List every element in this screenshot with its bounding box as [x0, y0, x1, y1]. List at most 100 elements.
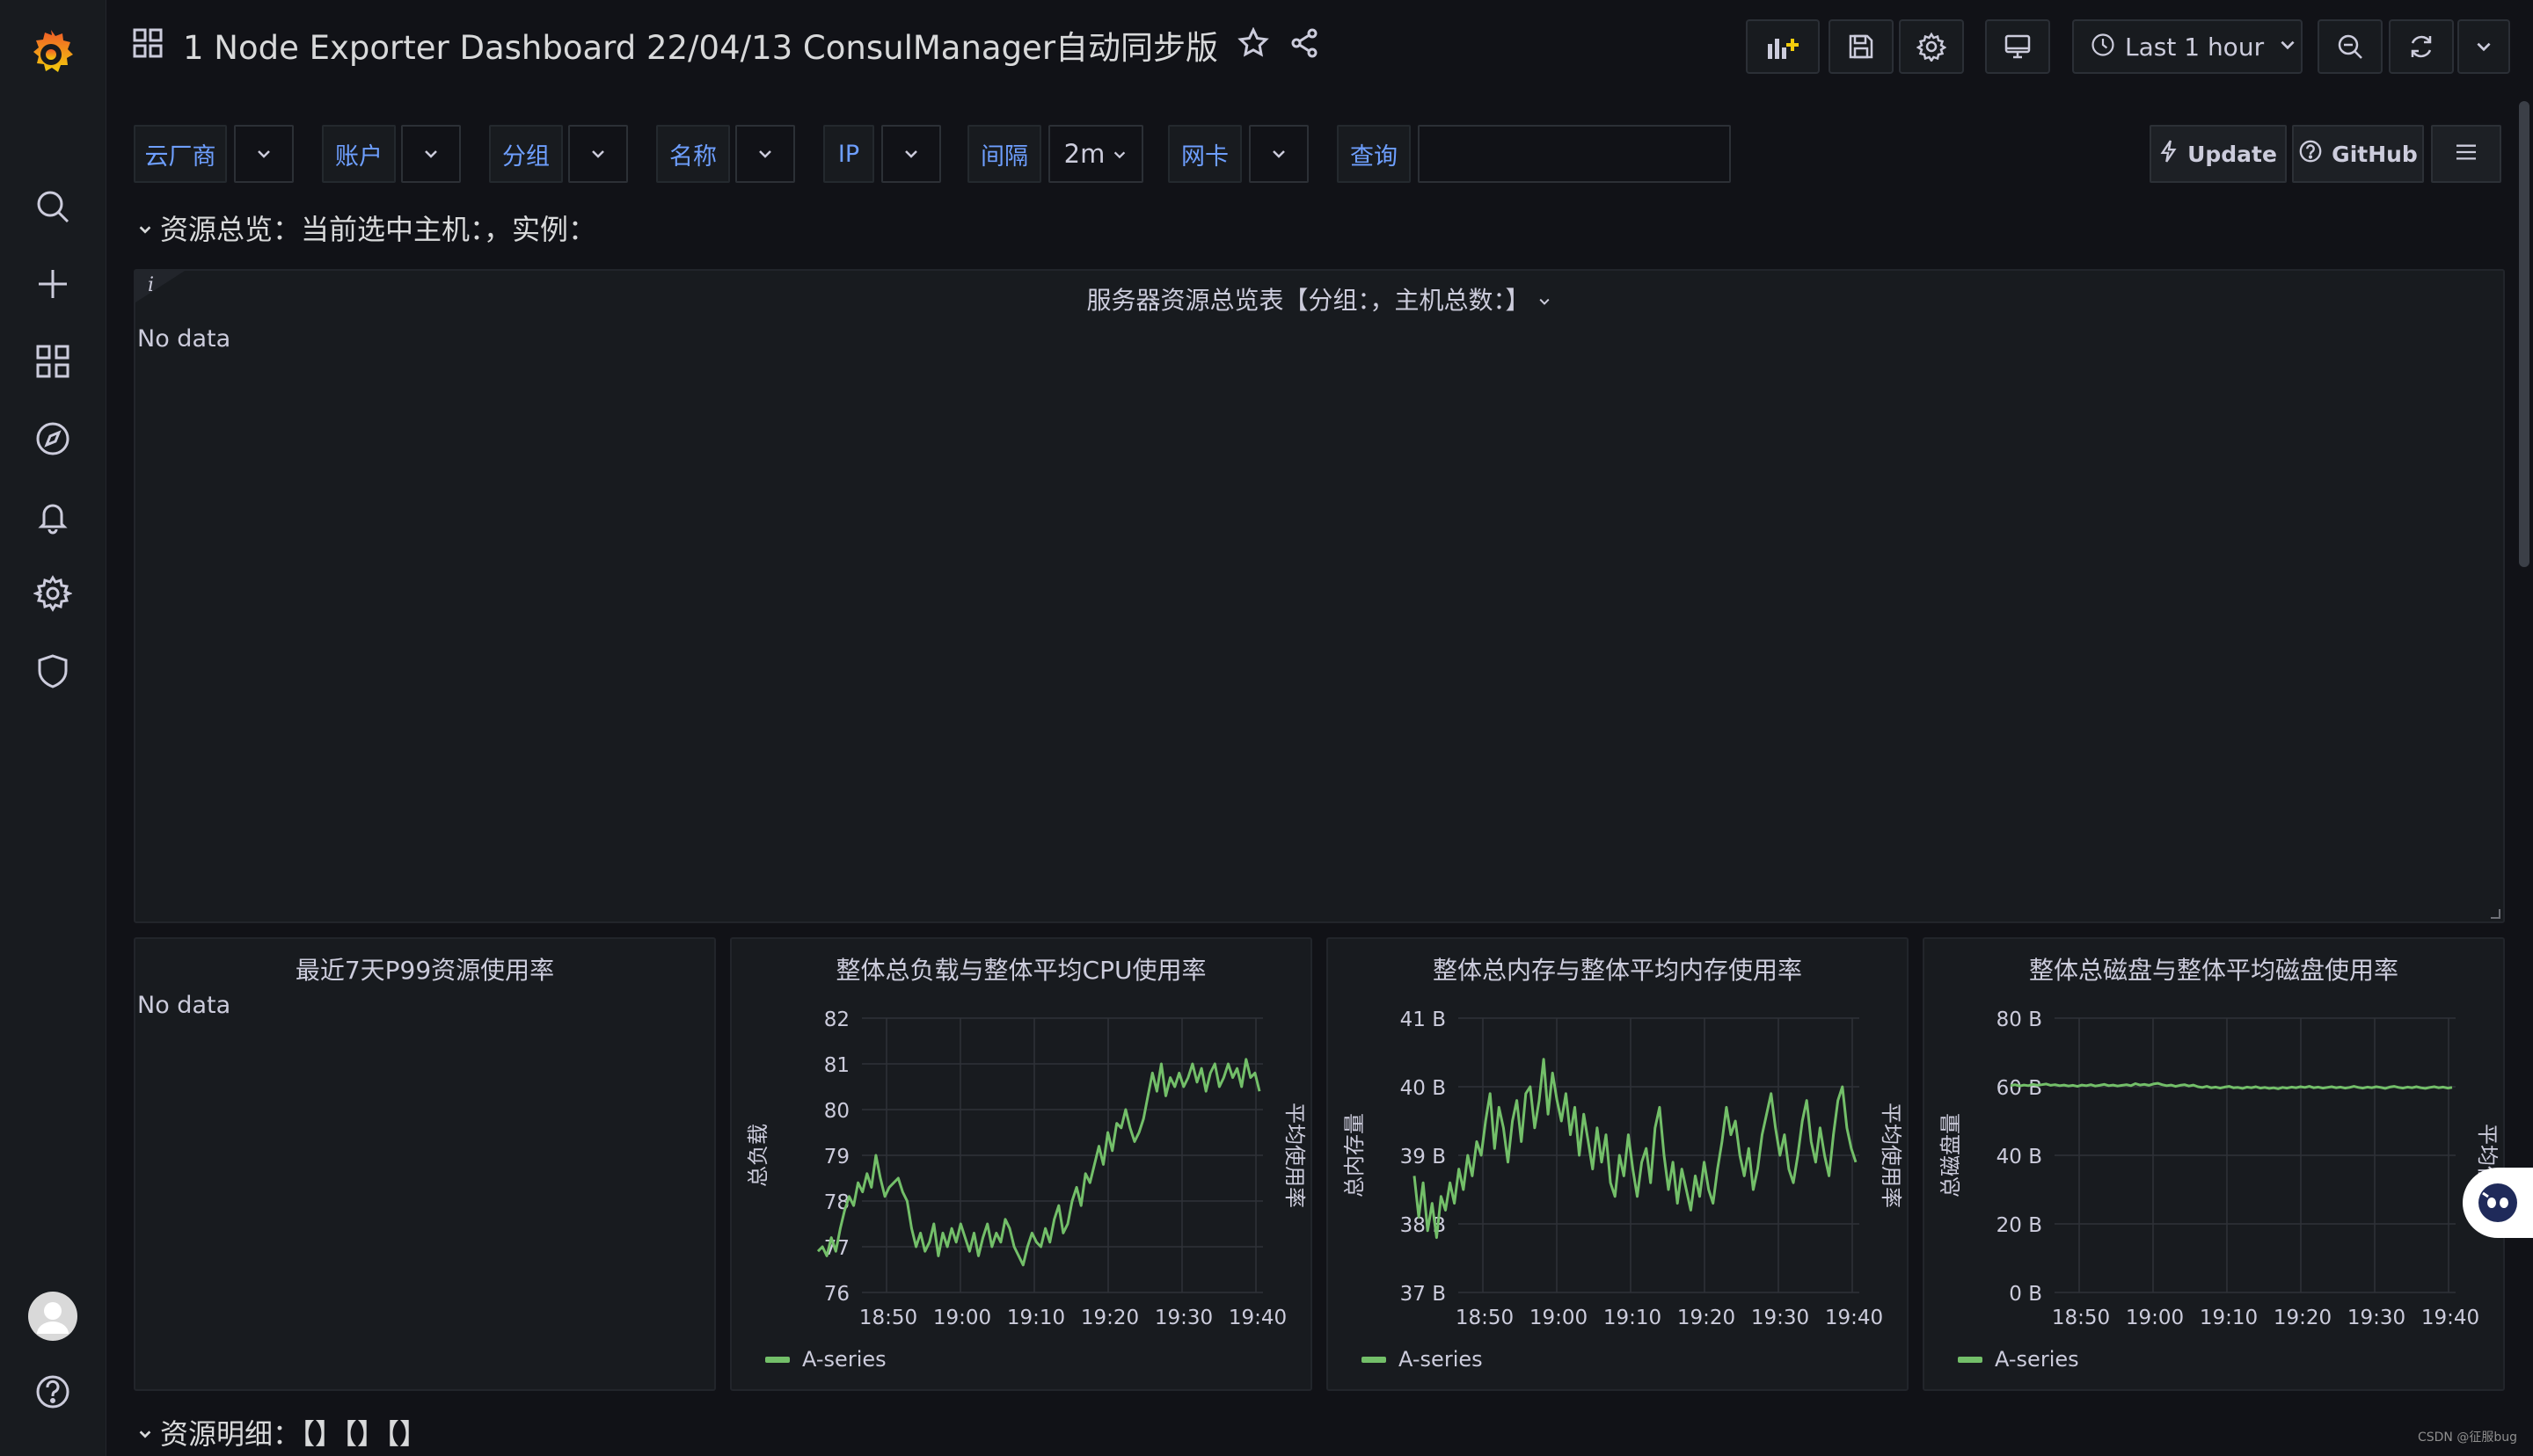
x-tick-label: 19:40: [1825, 1307, 1883, 1329]
x-tick-label: 19:10: [1007, 1307, 1065, 1329]
legend[interactable]: A-series: [765, 1347, 887, 1372]
lightning-icon: [2159, 139, 2179, 169]
y-tick-label: 41 B: [1400, 1008, 1446, 1031]
robot-face-icon: [2478, 1183, 2517, 1222]
panel-title-summary[interactable]: 服务器资源总览表【分组：，主机总数：】: [135, 281, 2503, 317]
dashboard-navbar: 1 Node Exporter Dashboard 22/04/13 Consu…: [106, 0, 2533, 97]
panel-memory-chart: 整体总内存与整体平均内存使用率 41 B 40 B 39 B 38 B 37 B 18:5…: [1326, 937, 1909, 1391]
variable-select-name[interactable]: [735, 125, 795, 183]
resize-handle-icon[interactable]: [2487, 906, 2501, 920]
variable-label-query: 查询: [1337, 125, 1411, 183]
x-tick-label: 19:40: [2421, 1307, 2479, 1329]
y-tick-label: 60 B: [1996, 1077, 2042, 1100]
chevron-down-icon: [2278, 35, 2297, 58]
csdn-watermark: CSDN @征服bug: [2417, 1431, 2517, 1445]
row-header-overview[interactable]: 资源总览：当前选中主机：，实例：: [137, 207, 596, 248]
y-tick-label: 80 B: [1996, 1008, 2042, 1031]
legend[interactable]: A-series: [1958, 1347, 2079, 1372]
variable-select-group[interactable]: [568, 125, 628, 183]
configuration-gear-icon[interactable]: [32, 572, 74, 615]
variable-select-account[interactable]: [401, 125, 461, 183]
share-icon[interactable]: [1288, 27, 1320, 62]
add-panel-button[interactable]: [1746, 19, 1820, 74]
user-avatar[interactable]: [28, 1292, 77, 1341]
time-range-picker[interactable]: Last 1 hour: [2072, 19, 2303, 74]
query-textbox[interactable]: [1418, 125, 1731, 183]
memory-plot: 41 B40 B39 B38 B37 B18:50 19:00 19:10 19:20…: [1342, 1008, 1903, 1329]
help-icon[interactable]: [32, 1371, 74, 1413]
y-tick-label: 0 B: [2009, 1283, 2042, 1306]
panel-disk-chart: 整体总磁盘与整体平均磁盘使用率 80 B 60 B 40 B 20 B0 B 18:50…: [1923, 937, 2505, 1391]
x-tick-label: 19:40: [1229, 1307, 1287, 1329]
variable-label-ip: IP: [823, 125, 874, 183]
refresh-interval-button[interactable]: [2457, 19, 2510, 74]
template-variables-bar: 云厂商 账户 分组 名称 IP 间隔 2m 网卡 查询 Update GitHu…: [134, 125, 2508, 183]
page-scrollbar[interactable]: [2519, 101, 2529, 567]
variable-label-interval: 间隔: [967, 125, 1041, 183]
row-header-details[interactable]: 资源明细：【】【】【】: [137, 1412, 427, 1452]
dashboard-settings-button[interactable]: [1899, 19, 1964, 74]
variable-label-name: 名称: [656, 125, 730, 183]
chevron-down-icon: [589, 139, 607, 169]
panel-p99-usage: 最近7天P99资源使用率 No data: [134, 937, 716, 1391]
x-tick-label: 19:00: [933, 1307, 991, 1329]
y-tick-label: 37 B: [1400, 1283, 1446, 1306]
alerting-bell-icon[interactable]: [32, 495, 74, 537]
refresh-button[interactable]: [2389, 19, 2454, 74]
explore-compass-icon[interactable]: [32, 418, 74, 460]
y-tick-label: 80: [824, 1100, 850, 1123]
zoom-out-button[interactable]: [2318, 19, 2383, 74]
star-icon[interactable]: [1237, 26, 1269, 62]
dashboard-links-menu-button[interactable]: [2431, 125, 2501, 183]
x-tick-label: 19:20: [1081, 1307, 1139, 1329]
update-link-button[interactable]: Update: [2150, 125, 2287, 183]
cpu-load-plot: 8281807978777618:50 19:00 19:10 19:20 19:30 1…: [746, 1008, 1307, 1329]
variable-label-account: 账户: [322, 125, 396, 183]
panel-title-p99[interactable]: 最近7天P99资源使用率: [135, 951, 714, 986]
row-title-details: 资源明细：【】【】【】: [160, 1417, 428, 1451]
y-tick-label: 40 B: [1400, 1077, 1446, 1100]
grafana-logo-icon[interactable]: [25, 26, 77, 79]
save-dashboard-button[interactable]: [1829, 19, 1894, 74]
dashboard-title[interactable]: 1 Node Exporter Dashboard 22/04/13 Consu…: [183, 21, 1218, 69]
variable-select-cloud[interactable]: [234, 125, 294, 183]
time-range-label: Last 1 hour: [2125, 32, 2265, 62]
chevron-down-icon: [756, 139, 774, 169]
chevron-down-icon: [1112, 139, 1128, 169]
chevron-down-icon: [1270, 139, 1288, 169]
floating-assistant-button[interactable]: [2463, 1168, 2533, 1238]
chevron-down-icon: [137, 1416, 153, 1449]
sidebar: [0, 0, 106, 1456]
github-label: GitHub: [2332, 141, 2418, 167]
x-tick-label: 19:00: [1529, 1307, 1588, 1329]
search-icon[interactable]: [32, 186, 74, 228]
x-tick-label: 19:30: [1155, 1307, 1213, 1329]
create-plus-icon[interactable]: [32, 263, 74, 305]
y-tick-label: 76: [824, 1283, 850, 1306]
server-admin-shield-icon[interactable]: [32, 650, 74, 692]
legend-swatch: [765, 1356, 790, 1363]
legend[interactable]: A-series: [1361, 1347, 1483, 1372]
variable-select-ip[interactable]: [881, 125, 941, 183]
github-link-button[interactable]: GitHub: [2292, 125, 2424, 183]
x-tick-label: 18:50: [2052, 1307, 2110, 1329]
chevron-down-icon: [255, 139, 273, 169]
y-axis-label: 总负载: [746, 1124, 770, 1187]
no-data-label: No data: [137, 325, 231, 353]
x-tick-label: 19:00: [2126, 1307, 2184, 1329]
legend-swatch: [1958, 1356, 1982, 1363]
update-label: Update: [2187, 141, 2277, 167]
no-data-label: No data: [137, 992, 231, 1019]
legend-label: A-series: [802, 1347, 887, 1372]
variable-select-nic[interactable]: [1249, 125, 1309, 183]
variable-select-interval[interactable]: 2m: [1048, 125, 1143, 183]
chevron-down-icon: [137, 211, 153, 244]
tv-mode-button[interactable]: [1985, 19, 2050, 74]
x-tick-label: 18:50: [1456, 1307, 1514, 1329]
series-line: [2010, 1081, 2453, 1090]
y-tick-label: 39 B: [1400, 1146, 1446, 1168]
y-axis-label: 总磁盘量: [1938, 1113, 1963, 1198]
dashboards-grid-icon[interactable]: [32, 340, 74, 382]
y-tick-label: 79: [824, 1146, 850, 1168]
hamburger-menu-icon: [2454, 142, 2478, 167]
